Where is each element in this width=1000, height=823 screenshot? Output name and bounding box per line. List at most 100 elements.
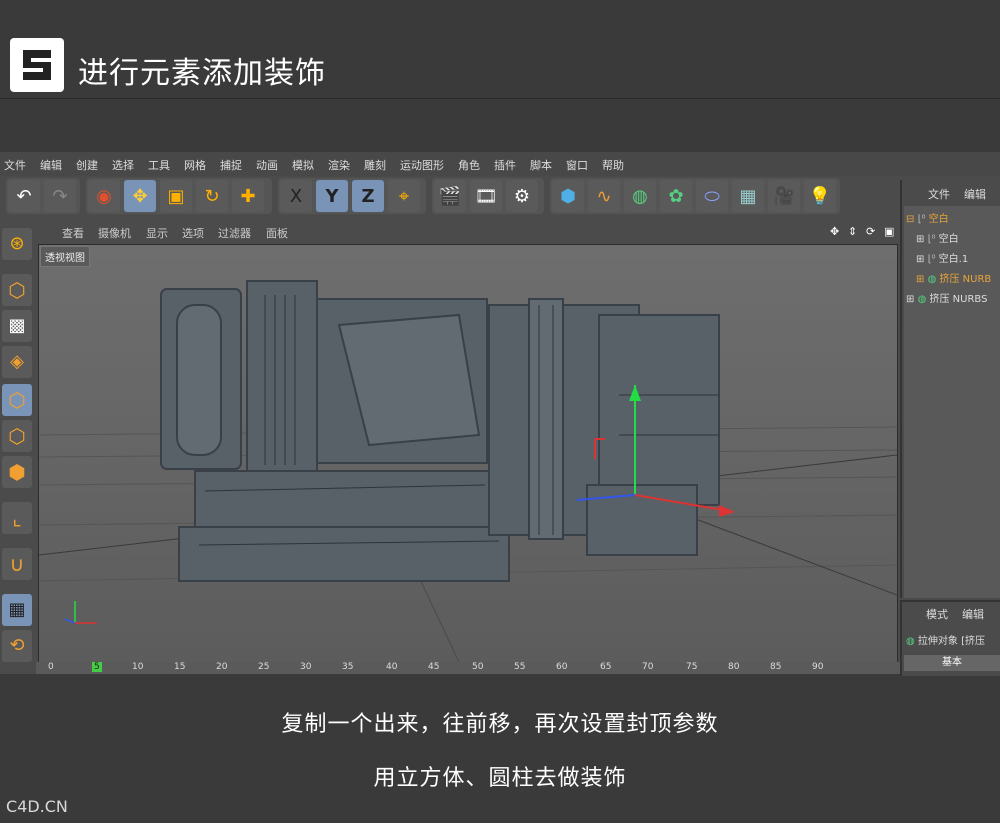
vp-menu-display[interactable]: 显示 [146,225,168,241]
light-icon[interactable]: 💡 [804,180,836,212]
vp-menu-camera[interactable]: 摄像机 [98,225,131,241]
y-axis-button[interactable]: Y [316,180,348,212]
deformer-icon[interactable]: ⬭ [696,180,728,212]
timeline-tick: 40 [386,662,398,672]
menu-item-animate[interactable]: 动画 [256,157,278,173]
add-icon[interactable]: ✚ [232,180,264,212]
move-icon[interactable]: ✥ [124,180,156,212]
menu-item-tools[interactable]: 工具 [148,157,170,173]
vp-menu-options[interactable]: 选项 [182,225,204,241]
timeline-tick: 25 [258,662,270,672]
tree-node[interactable]: ⊞ ◍ 挤压 NURBS [906,290,987,305]
caption-line-1: 复制一个出来，往前移，再次设置封顶参数 [281,712,719,737]
menu-item-script[interactable]: 脚本 [530,157,552,173]
menu-item-mesh[interactable]: 网格 [184,157,206,173]
world-coord-icon[interactable]: ⌖ [388,180,420,212]
timeline-tick: 35 [342,662,354,672]
lock-workplane-icon[interactable]: ▦ [2,594,32,626]
model-mode-icon[interactable]: ⬡ [2,274,32,306]
polygons-mode-icon[interactable]: ⬢ [2,456,32,488]
am-menu-mode[interactable]: 模式 [926,606,948,622]
live-select-icon[interactable]: ◉ [88,180,120,212]
nurbs-icon[interactable]: ◍ [624,180,656,212]
menu-item-simulate[interactable]: 模拟 [292,157,314,173]
perspective-viewport[interactable] [38,244,898,663]
timeline-tick: 60 [556,662,568,672]
timeline-tick: 15 [174,662,186,672]
timeline-tick: 30 [300,662,312,672]
menu-item-character[interactable]: 角色 [458,157,480,173]
z-axis-button[interactable]: Z [352,180,384,212]
tree-node[interactable]: ⊟ ⌊⁰ 空白 [906,210,949,225]
snap-magnet-icon[interactable]: ∪ [2,548,32,580]
timeline-tick: 85 [770,662,782,672]
tab-basic[interactable]: 基本 [904,655,1000,671]
timeline-current-frame[interactable]: 5 [92,662,102,672]
viewport-label: 透视视图 [40,246,90,267]
vp-move-icon[interactable]: ✥ [830,225,839,238]
menu-item-snap[interactable]: 捕捉 [220,157,242,173]
page-title: 进行元素添加装饰 [78,56,326,91]
om-menu-edit[interactable]: 编辑 [964,186,986,202]
timeline-ruler[interactable]: 0 5 10 15 20 25 30 35 40 45 50 55 60 65 … [36,662,900,674]
menu-item-render[interactable]: 渲染 [328,157,350,173]
menu-item-select[interactable]: 选择 [112,157,134,173]
divider [0,98,1000,99]
vp-menu-panel[interactable]: 面板 [266,225,288,241]
menu-bar: 文件 编辑 创建 选择 工具 网格 捕捉 动画 模拟 渲染 雕刻 运动图形 角色… [0,152,1000,176]
undo-icon[interactable]: ↶ [8,180,40,212]
menu-item-plugins[interactable]: 插件 [494,157,516,173]
main-toolbar: ↶ ↷ ◉ ✥ ▣ ↻ ✚ X Y Z ⌖ 🎬 🎞 ⚙ ⬢ ∿ ◍ ✿ ⬭ ▦ … [0,176,900,218]
timeline-tick: 80 [728,662,740,672]
menu-item-window[interactable]: 窗口 [566,157,588,173]
timeline-tick: 70 [642,662,654,672]
planar-workplane-icon[interactable]: ⟲ [2,630,32,662]
rotate-icon[interactable]: ↻ [196,180,228,212]
render-view-icon[interactable]: 🎬 [434,180,466,212]
timeline-tick: 0 [48,662,54,672]
cube-icon[interactable]: ⬢ [552,180,584,212]
render-settings-icon[interactable]: ⚙ [506,180,538,212]
vp-menu-filter[interactable]: 过滤器 [218,225,251,241]
workplane-icon[interactable]: ◈ [2,346,32,378]
timeline-tick: 55 [514,662,526,672]
timeline-tick: 90 [812,662,824,672]
make-editable-icon[interactable]: ⊛ [2,228,32,260]
tree-node[interactable]: ⊞ ◍ 挤压 NURB [916,270,991,285]
timeline-tick: 45 [428,662,440,672]
menu-item-edit[interactable]: 编辑 [40,157,62,173]
render-picture-icon[interactable]: 🎞 [470,180,502,212]
om-menu-file[interactable]: 文件 [928,186,950,202]
points-mode-icon[interactable]: ⬡ [2,384,32,416]
menu-item-sculpt[interactable]: 雕刻 [364,157,386,173]
spline-icon[interactable]: ∿ [588,180,620,212]
menu-item-file[interactable]: 文件 [4,157,26,173]
am-menu-edit[interactable]: 编辑 [962,606,984,622]
edges-mode-icon[interactable]: ⬡ [2,420,32,452]
vp-rotate-icon[interactable]: ⟳ [866,225,875,238]
viewport-menu: 查看 摄像机 显示 选项 过滤器 面板 ✥ ⇕ ⟳ ▣ [36,220,898,242]
camera-icon[interactable]: 🎥 [768,180,800,212]
timeline-tick: 75 [686,662,698,672]
menu-item-mograph[interactable]: 运动图形 [400,157,444,173]
floor-icon[interactable]: ▦ [732,180,764,212]
vp-dolly-icon[interactable]: ⇕ [848,225,857,238]
x-axis-button[interactable]: X [280,180,312,212]
object-tree: ⊟ ⌊⁰ 空白 ⊞ ⌊⁰ 空白 ⊞ ⌊⁰ 空白.1 ⊞ ◍ 挤压 NURB ⊞ … [904,206,1000,598]
timeline-tick: 65 [600,662,612,672]
mograph-icon[interactable]: ✿ [660,180,692,212]
s-logo-icon [23,50,51,80]
tree-node[interactable]: ⊞ ⌊⁰ 空白 [916,230,959,245]
vp-menu-view[interactable]: 查看 [62,225,84,241]
redo-icon[interactable]: ↷ [44,180,76,212]
axis-mode-icon[interactable]: ⌞ [2,502,32,534]
scale-icon[interactable]: ▣ [160,180,192,212]
vp-maximize-icon[interactable]: ▣ [884,225,894,238]
menu-item-create[interactable]: 创建 [76,157,98,173]
texture-mode-icon[interactable]: ▩ [2,310,32,342]
attribute-object-name: ◍ 拉伸对象 [挤压 [906,636,986,647]
tree-node[interactable]: ⊞ ⌊⁰ 空白.1 [916,250,968,265]
watermark: C4D.CN [6,797,68,816]
caption-line-2: 用立方体、圆柱去做装饰 [373,766,627,791]
menu-item-help[interactable]: 帮助 [602,157,624,173]
